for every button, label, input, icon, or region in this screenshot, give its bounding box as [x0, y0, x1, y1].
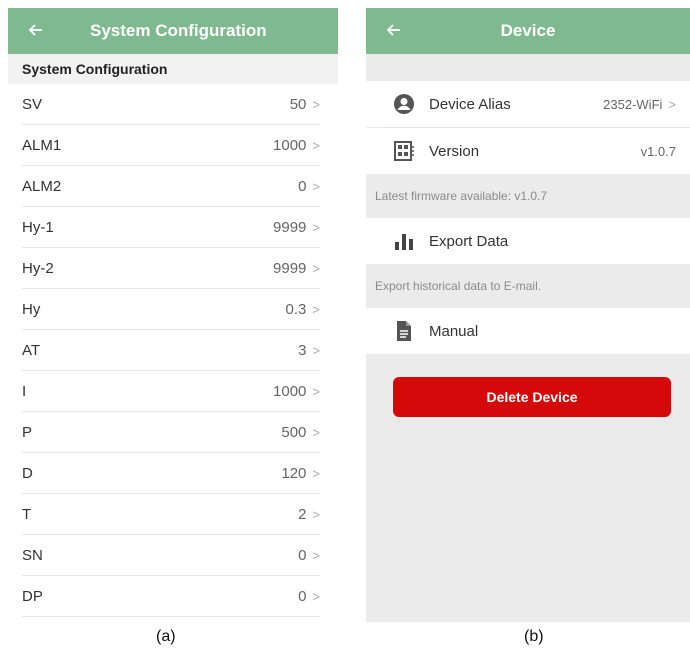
device-alias-value: 2352-WiFi — [603, 96, 663, 112]
setting-label: ALM2 — [22, 177, 62, 195]
setting-value-wrap: 120 > — [281, 465, 320, 482]
setting-row[interactable]: I 1000 > — [22, 371, 320, 412]
setting-row[interactable]: Hy-2 9999 > — [22, 248, 320, 289]
firmware-note: Latest firmware available: v1.0.7 — [375, 189, 548, 203]
device-alias-row[interactable]: Device Alias 2352-WiFi > — [366, 81, 690, 127]
setting-value: 0.3 — [285, 300, 307, 318]
setting-label: SV — [22, 95, 43, 113]
version-value: v1.0.7 — [640, 143, 676, 159]
setting-label: Hy-2 — [22, 259, 54, 277]
export-data-label: Export Data — [429, 232, 509, 250]
version-label: Version — [429, 142, 480, 160]
setting-row[interactable]: ALM1 1000 > — [22, 125, 320, 166]
caption-b: (b) — [524, 628, 544, 645]
chevron-right-icon: > — [312, 96, 320, 112]
chevron-right-icon: > — [312, 178, 320, 194]
document-icon — [393, 320, 415, 342]
chevron-right-icon: > — [312, 260, 320, 276]
chevron-right-icon: > — [312, 547, 320, 563]
export-note: Export historical data to E-mail. — [375, 279, 542, 293]
chevron-right-icon: > — [312, 424, 320, 440]
person-icon — [393, 93, 415, 115]
setting-value: 0 — [298, 177, 307, 195]
setting-value: 1000 — [273, 382, 307, 400]
setting-label: I — [22, 382, 27, 400]
setting-label: DP — [22, 587, 43, 605]
setting-value-wrap: 0 > — [298, 178, 320, 195]
setting-row[interactable]: D 120 > — [22, 453, 320, 494]
setting-value: 50 — [289, 95, 307, 113]
system-configuration-screen: System Configuration System Configuratio… — [8, 8, 338, 617]
setting-label: P — [22, 423, 33, 441]
setting-value: 500 — [281, 423, 307, 441]
setting-value-wrap: 0 > — [298, 588, 320, 605]
page-title: System Configuration — [90, 21, 267, 40]
setting-value-wrap: 50 > — [290, 96, 320, 113]
setting-value: 9999 — [273, 259, 307, 277]
chevron-right-icon: > — [312, 219, 320, 235]
setting-value: 1000 — [273, 136, 307, 154]
device-alias-label: Device Alias — [429, 95, 511, 113]
chevron-right-icon: > — [312, 301, 320, 317]
setting-label: Hy — [22, 300, 41, 318]
chevron-right-icon: > — [312, 588, 320, 604]
chevron-right-icon: > — [312, 137, 320, 153]
app-bar: Device — [366, 8, 690, 54]
setting-value: 2 — [298, 505, 307, 523]
page-title: Device — [500, 21, 556, 40]
version-row: Version v1.0.7 — [366, 128, 690, 174]
setting-label: D — [22, 464, 33, 482]
setting-label: AT — [22, 341, 41, 359]
chevron-right-icon: > — [312, 465, 320, 481]
delete-device-button[interactable]: Delete Device — [393, 377, 671, 417]
setting-row[interactable]: SV 50 > — [22, 84, 320, 125]
chevron-right-icon: > — [668, 96, 676, 112]
back-arrow-icon[interactable] — [26, 20, 46, 40]
setting-value-wrap: 0 > — [298, 547, 320, 564]
back-arrow-icon[interactable] — [384, 20, 404, 40]
setting-value-wrap: 1000 > — [273, 383, 320, 400]
setting-value: 9999 — [273, 218, 307, 236]
setting-row[interactable]: P 500 > — [22, 412, 320, 453]
setting-value-wrap: 3 > — [298, 342, 320, 359]
caption-a: (a) — [156, 628, 176, 645]
setting-value: 0 — [298, 587, 307, 605]
setting-value-wrap: 0.3 > — [286, 301, 320, 318]
settings-list: SV 50 > ALM1 1000 > ALM2 0 > Hy-1 9999 > Hy-2 9999 > Hy… — [8, 84, 338, 617]
setting-row[interactable]: ALM2 0 > — [22, 166, 320, 207]
section-title: System Configuration — [8, 54, 338, 84]
device-screen: Device Device Alias 2352-WiFi > Version … — [366, 8, 690, 622]
setting-row[interactable]: AT 3 > — [22, 330, 320, 371]
setting-value-wrap: 500 > — [281, 424, 320, 441]
chevron-right-icon: > — [312, 342, 320, 358]
chevron-right-icon: > — [312, 506, 320, 522]
setting-value-wrap: 2 > — [298, 506, 320, 523]
manual-label: Manual — [429, 322, 479, 340]
app-bar: System Configuration — [8, 8, 338, 54]
setting-value: 3 — [298, 341, 307, 359]
setting-row[interactable]: DP 0 > — [22, 576, 320, 617]
setting-label: SN — [22, 546, 43, 564]
setting-row[interactable]: SN 0 > — [22, 535, 320, 576]
setting-value: 0 — [298, 546, 307, 564]
setting-value-wrap: 9999 > — [273, 219, 320, 236]
setting-label: Hy-1 — [22, 218, 54, 236]
bar-chart-icon — [393, 230, 415, 252]
device-alias-value-wrap: 2352-WiFi > — [603, 97, 676, 112]
setting-value: 120 — [281, 464, 307, 482]
setting-label: ALM1 — [22, 136, 62, 154]
setting-label: T — [22, 505, 32, 523]
setting-row[interactable]: Hy 0.3 > — [22, 289, 320, 330]
setting-row[interactable]: Hy-1 9999 > — [22, 207, 320, 248]
setting-row[interactable]: T 2 > — [22, 494, 320, 535]
chevron-right-icon: > — [312, 383, 320, 399]
setting-value-wrap: 9999 > — [273, 260, 320, 277]
manual-row[interactable]: Manual — [366, 308, 690, 354]
firmware-icon — [393, 140, 415, 162]
export-data-row[interactable]: Export Data — [366, 218, 690, 264]
setting-value-wrap: 1000 > — [273, 137, 320, 154]
